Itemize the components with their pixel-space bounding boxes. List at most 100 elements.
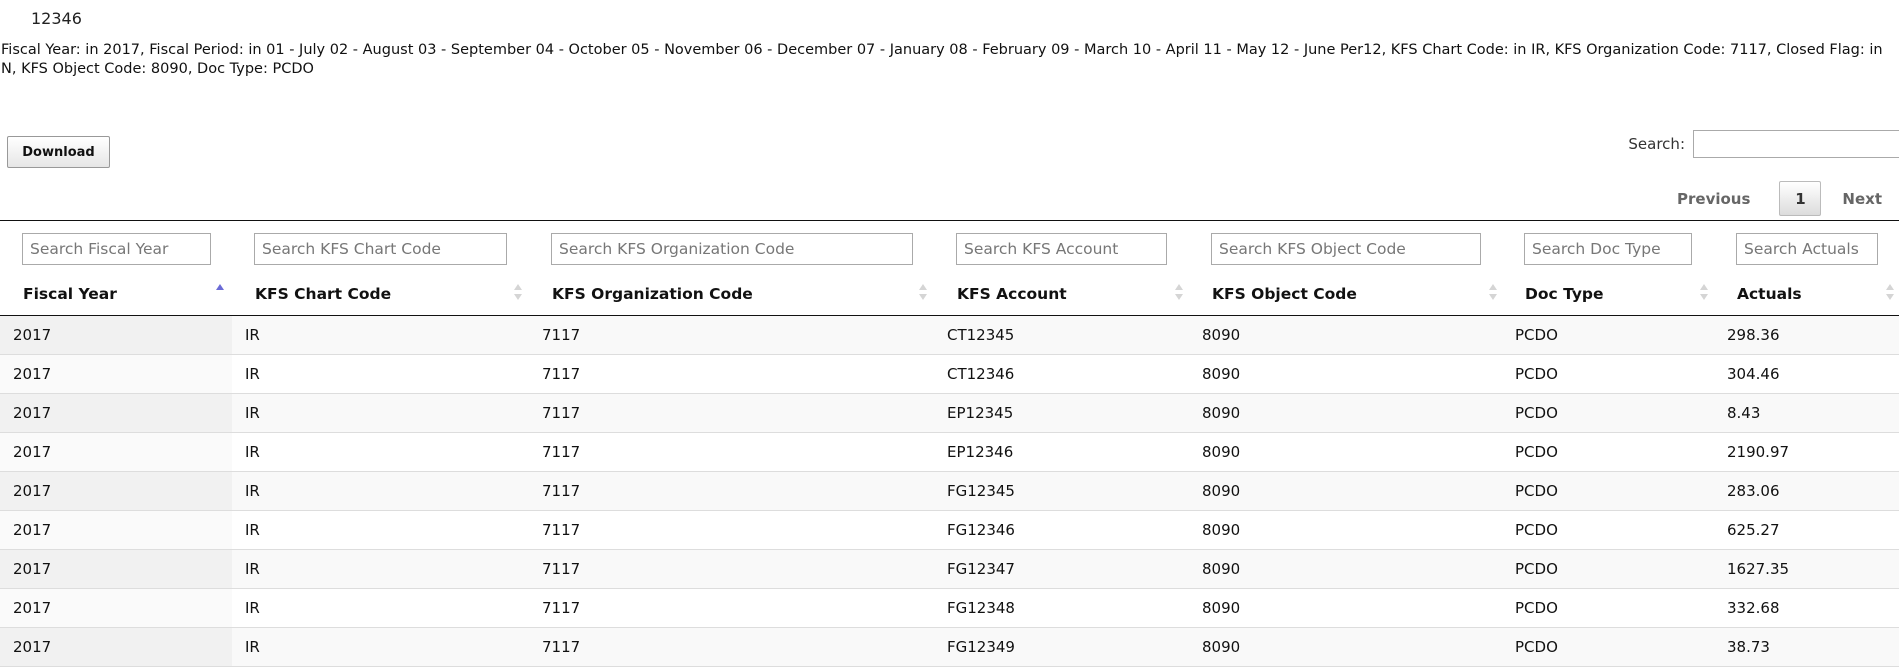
cell-doc-type: PCDO (1515, 326, 1558, 344)
cell-account: CT12345 (947, 326, 1015, 344)
next-button[interactable]: Next (1842, 190, 1882, 208)
header-fiscal-year[interactable]: Fiscal Year (23, 285, 117, 303)
cell-account: FG12349 (947, 638, 1015, 656)
pagination: Previous 1 Next (1677, 181, 1882, 216)
sort-ascending-icon (216, 284, 224, 302)
search-object-code-input[interactable] (1211, 233, 1481, 265)
table-row: 2017 IR 7117 FG12346 8090 PCDO 625.27 (0, 511, 1899, 550)
download-button[interactable]: Download (7, 136, 110, 168)
table-row: 2017 IR 7117 FG12345 8090 PCDO 283.06 (0, 472, 1899, 511)
cell-actuals: 38.73 (1727, 638, 1770, 656)
cell-actuals: 1627.35 (1727, 560, 1790, 578)
cell-actuals: 332.68 (1727, 599, 1780, 617)
cell-org-code: 7117 (542, 599, 581, 617)
sort-icon (514, 284, 522, 302)
table-row: 2017 IR 7117 FG12347 8090 PCDO 1627.35 (0, 550, 1899, 589)
previous-button[interactable]: Previous (1677, 190, 1750, 208)
cell-actuals: 283.06 (1727, 482, 1780, 500)
header-doc-type[interactable]: Doc Type (1525, 285, 1604, 303)
table-row: 2017 IR 7117 EP12345 8090 PCDO 8.43 (0, 394, 1899, 433)
search-label: Search: (1628, 135, 1685, 153)
search-actuals-input[interactable] (1736, 233, 1878, 265)
cell-chart-code: IR (245, 599, 260, 617)
global-search: Search: (1628, 130, 1899, 158)
search-organization-code-input[interactable] (551, 233, 913, 265)
cell-org-code: 7117 (542, 521, 581, 539)
cell-account: FG12346 (947, 521, 1015, 539)
sort-icon (1489, 284, 1497, 302)
cell-account: EP12345 (947, 404, 1014, 422)
cell-chart-code: IR (245, 404, 260, 422)
cell-chart-code: IR (245, 560, 260, 578)
header-account[interactable]: KFS Account (957, 285, 1067, 303)
report-page: 12346 Fiscal Year: in 2017, Fiscal Perio… (0, 0, 1899, 668)
cell-object-code: 8090 (1202, 365, 1241, 383)
cell-account: CT12346 (947, 365, 1015, 383)
table-body: 2017 IR 7117 CT12345 8090 PCDO 298.36 2017 IR 711… (0, 316, 1899, 667)
filter-summary: Fiscal Year: in 2017, Fiscal Period: in … (1, 42, 1883, 77)
cell-actuals: 304.46 (1727, 365, 1780, 383)
cell-fiscal-year: 2017 (0, 355, 232, 393)
cell-org-code: 7117 (542, 443, 581, 461)
header-actuals[interactable]: Actuals (1737, 285, 1802, 303)
table-row: 2017 IR 7117 FG12349 8090 PCDO 38.73 (0, 628, 1899, 667)
sort-icon (1700, 284, 1708, 302)
table-row: 2017 IR 7117 FG12348 8090 PCDO 332.68 (0, 589, 1899, 628)
search-account-input[interactable] (956, 233, 1167, 265)
cell-org-code: 7117 (542, 404, 581, 422)
sort-icon (1886, 284, 1894, 302)
cell-chart-code: IR (245, 365, 260, 383)
search-chart-code-input[interactable] (254, 233, 507, 265)
search-doc-type-input[interactable] (1524, 233, 1692, 265)
sort-icon (919, 284, 927, 302)
cell-doc-type: PCDO (1515, 443, 1558, 461)
cell-doc-type: PCDO (1515, 482, 1558, 500)
table-row: 2017 IR 7117 EP12346 8090 PCDO 2190.97 (0, 433, 1899, 472)
sort-icon (1175, 284, 1183, 302)
table-row: 2017 IR 7117 CT12346 8090 PCDO 304.46 (0, 355, 1899, 394)
cell-chart-code: IR (245, 326, 260, 344)
cell-actuals: 8.43 (1727, 404, 1761, 422)
cell-account: EP12346 (947, 443, 1014, 461)
search-fiscal-year-input[interactable] (22, 233, 211, 265)
cell-chart-code: IR (245, 521, 260, 539)
cell-doc-type: PCDO (1515, 599, 1558, 617)
cell-object-code: 8090 (1202, 560, 1241, 578)
header-object-code[interactable]: KFS Object Code (1212, 285, 1357, 303)
cell-object-code: 8090 (1202, 404, 1241, 422)
cell-doc-type: PCDO (1515, 521, 1558, 539)
table-top-border (0, 220, 1899, 221)
cell-actuals: 625.27 (1727, 521, 1780, 539)
cell-fiscal-year: 2017 (0, 472, 232, 510)
cell-org-code: 7117 (542, 326, 581, 344)
cell-object-code: 8090 (1202, 599, 1241, 617)
header-organization-code[interactable]: KFS Organization Code (552, 285, 753, 303)
cell-object-code: 8090 (1202, 521, 1241, 539)
cell-fiscal-year: 2017 (0, 394, 232, 432)
cell-chart-code: IR (245, 638, 260, 656)
header-chart-code[interactable]: KFS Chart Code (255, 285, 391, 303)
cell-object-code: 8090 (1202, 443, 1241, 461)
cell-object-code: 8090 (1202, 482, 1241, 500)
cell-doc-type: PCDO (1515, 638, 1558, 656)
search-input[interactable] (1693, 130, 1899, 158)
cell-account: FG12347 (947, 560, 1015, 578)
cell-fiscal-year: 2017 (0, 628, 232, 666)
cell-fiscal-year: 2017 (0, 316, 232, 354)
cell-fiscal-year: 2017 (0, 433, 232, 471)
cell-object-code: 8090 (1202, 326, 1241, 344)
page-1-button[interactable]: 1 (1779, 181, 1822, 216)
cell-fiscal-year: 2017 (0, 550, 232, 588)
cell-doc-type: PCDO (1515, 404, 1558, 422)
table-row: 2017 IR 7117 CT12345 8090 PCDO 298.36 (0, 316, 1899, 355)
cell-chart-code: IR (245, 482, 260, 500)
cell-actuals: 298.36 (1727, 326, 1780, 344)
cell-org-code: 7117 (542, 638, 581, 656)
cell-actuals: 2190.97 (1727, 443, 1790, 461)
cell-org-code: 7117 (542, 560, 581, 578)
report-id: 12346 (31, 9, 82, 28)
cell-org-code: 7117 (542, 482, 581, 500)
cell-fiscal-year: 2017 (0, 589, 232, 627)
cell-doc-type: PCDO (1515, 560, 1558, 578)
cell-fiscal-year: 2017 (0, 511, 232, 549)
